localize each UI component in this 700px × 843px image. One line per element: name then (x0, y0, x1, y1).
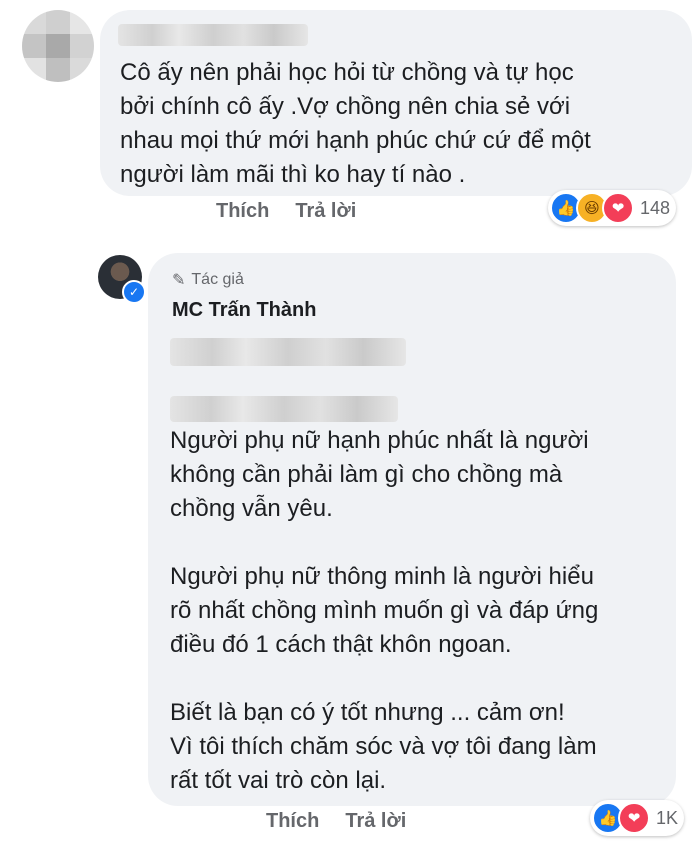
love-reaction-icon: ❤ (618, 802, 650, 834)
blurred-commenter-name (118, 24, 308, 46)
blurred-text-line (170, 396, 398, 422)
commenter-avatar[interactable] (22, 10, 94, 82)
reaction-count: 1K (656, 807, 679, 828)
reaction-summary[interactable]: 👍 ❤ 1K (590, 800, 685, 836)
comment-text: Cô ấy nên phải học hỏi từ chồng và tự họ… (120, 59, 591, 188)
author-name[interactable]: MC Trấn Thành (172, 299, 316, 322)
reply-text: Người phụ nữ hạnh phúc nhất là người khô… (170, 427, 599, 794)
reply-button[interactable]: Trả lời (295, 200, 356, 223)
author-badge-label: Tác giả (191, 271, 244, 288)
reply-actions: Thích Trả lời (266, 810, 406, 833)
comment-actions: Thích Trả lời (216, 200, 356, 223)
verified-check-icon: ✓ (122, 280, 146, 304)
like-button[interactable]: Thích (216, 200, 269, 223)
love-reaction-icon: ❤ (602, 192, 634, 224)
reaction-summary[interactable]: 👍 😆 ❤ 148 (548, 190, 677, 226)
like-button[interactable]: Thích (266, 810, 319, 833)
reply-button[interactable]: Trả lời (345, 810, 406, 833)
reaction-count: 148 (640, 197, 671, 218)
author-badge: ✎ Tác giả (172, 270, 244, 290)
pencil-icon: ✎ (172, 272, 186, 289)
blurred-text-line (170, 338, 406, 366)
